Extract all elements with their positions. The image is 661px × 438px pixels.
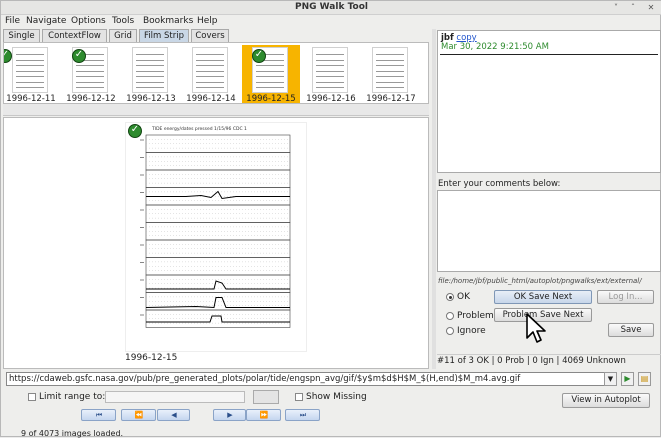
film-strip-thumb[interactable]: 1996-12-13 (122, 45, 180, 104)
menu-bookmarks[interactable]: Bookmarks (143, 16, 193, 26)
strip-divider[interactable] (3, 104, 429, 116)
show-missing-checkbox[interactable] (295, 393, 303, 401)
thumbnail-label: 1996-12-15 (246, 94, 296, 104)
play-icon[interactable]: ▶ (621, 372, 634, 386)
thumbnail-label: 1996-12-17 (366, 94, 416, 104)
last-page-icon[interactable]: ⏭ (285, 409, 320, 421)
ignore-radio[interactable] (446, 327, 454, 335)
menu-tools[interactable]: Tools (112, 16, 134, 26)
thumbnail-image (372, 47, 408, 93)
thumbnail-label: 1996-12-13 (126, 94, 176, 104)
problem-radio-label: Problem (457, 311, 494, 321)
url-dropdown-icon[interactable]: ▼ (604, 372, 617, 386)
plot-panels (140, 134, 291, 328)
tab-covers[interactable]: Covers (191, 29, 229, 42)
tab-contextflow[interactable]: ContextFlow (42, 29, 107, 42)
plot-trace (146, 280, 290, 290)
show-missing-label: Show Missing (306, 392, 367, 402)
ok-radio[interactable] (446, 293, 454, 301)
checked-icon (72, 49, 86, 63)
thumbnail-label: 19 (422, 94, 428, 103)
menu-help[interactable]: Help (197, 16, 218, 26)
ok-radio-label: OK (457, 292, 470, 302)
tab-single[interactable]: Single (3, 29, 40, 42)
review-info-panel: jbf copy Mar 30, 2022 9:21:50 AM (437, 30, 661, 173)
plot-trace (146, 315, 290, 323)
thumbnail-label: 1996-12-14 (186, 94, 236, 104)
thumbnail-image (132, 47, 168, 93)
mouse-cursor-icon (526, 313, 546, 343)
file-path-label: file:/home/jbf/public_html/autoplot/pngw… (438, 277, 642, 285)
log-in-button[interactable]: Log In... (597, 290, 654, 304)
menu-bar: File Navigate Options Tools Bookmarks He… (1, 15, 661, 28)
window-title: PNG Walk Tool (295, 2, 368, 12)
plot-trace (145, 297, 290, 309)
vertical-split-handle[interactable] (432, 29, 436, 369)
image-caption: 1996-12-15 (125, 353, 178, 363)
minimize-icon[interactable]: ˅ (611, 3, 621, 13)
limit-range-input[interactable] (105, 391, 245, 403)
folder-icon[interactable]: ▤ (638, 372, 651, 386)
app-window: PNG Walk Tool ˅ ˆ ✕ File Navigate Option… (0, 0, 661, 438)
checked-icon (4, 49, 12, 63)
ignore-radio-label: Ignore (457, 326, 486, 336)
film-strip-thumb[interactable]: 19 (422, 45, 428, 103)
previous-page-icon[interactable]: ⏪ (121, 409, 156, 421)
tab-film-strip[interactable]: Film Strip (139, 29, 189, 42)
checked-icon (252, 49, 266, 63)
title-bar: PNG Walk Tool ˅ ˆ ✕ (1, 1, 661, 15)
thumbnail-label: 1996-12-16 (306, 94, 356, 104)
menu-file[interactable]: File (5, 16, 20, 26)
thumbnail-label: 1996-12-11 (6, 94, 56, 104)
review-timestamp: Mar 30, 2022 9:21:50 AM (441, 42, 549, 52)
ok-save-next-button[interactable]: OK Save Next (494, 290, 592, 304)
menu-options[interactable]: Options (71, 16, 106, 26)
comments-label: Enter your comments below: (438, 179, 561, 189)
url-template-input[interactable]: https://cdaweb.gsfc.nasa.gov/pub/pre_gen… (6, 372, 606, 386)
comments-textarea[interactable] (437, 190, 661, 272)
first-page-icon[interactable]: ⏮ (81, 409, 116, 421)
plot-trace (146, 190, 290, 200)
thumbnail-image (312, 47, 348, 93)
menu-navigate[interactable]: Navigate (26, 16, 66, 26)
tab-grid[interactable]: Grid (109, 29, 137, 42)
film-strip-thumb[interactable]: 1996-12-16 (302, 45, 360, 104)
next-icon[interactable]: ▶ (213, 409, 246, 421)
previous-icon[interactable]: ◀ (157, 409, 190, 421)
thumbnail-image (12, 47, 48, 93)
review-status: #11 of 3 OK | 0 Prob | 0 Ign | 4069 Unkn… (437, 354, 661, 366)
save-button[interactable]: Save (608, 323, 654, 337)
problem-radio[interactable] (446, 312, 454, 320)
film-strip-thumb[interactable]: 1996-12-12 (62, 45, 120, 104)
range-picker-button[interactable] (253, 390, 279, 404)
film-strip-thumb[interactable]: 1996-12-11 (4, 45, 60, 104)
limit-range-checkbox[interactable] (28, 393, 36, 401)
thumbnail-image (192, 47, 228, 93)
thumbnail-label: 1996-12-12 (66, 94, 116, 104)
plot-image: TIDE energy/dates pressed 1/15/96 CDC 1 (125, 122, 307, 352)
view-in-autoplot-button[interactable]: View in Autoplot (562, 393, 650, 408)
limit-range-label: Limit range to: (39, 392, 106, 402)
close-icon[interactable]: ✕ (646, 3, 656, 13)
divider (440, 54, 658, 55)
film-strip-thumb[interactable]: 1996-12-15 (242, 45, 300, 104)
next-page-icon[interactable]: ⏩ (246, 409, 281, 421)
film-strip-thumb[interactable]: 1996-12-17 (362, 45, 420, 104)
film-strip-thumb[interactable]: 1996-12-14 (182, 45, 240, 104)
maximize-icon[interactable]: ˆ (628, 3, 638, 13)
film-strip: 1996-12-11 1996-12-12 1996-12-13 1996-12-14… (3, 42, 429, 104)
